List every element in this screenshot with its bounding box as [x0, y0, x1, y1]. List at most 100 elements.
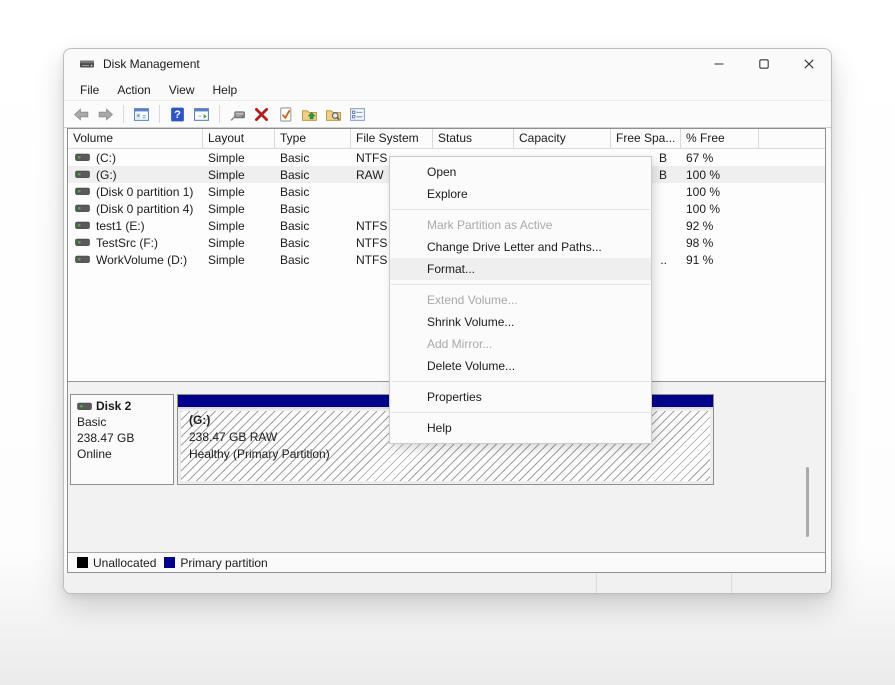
volume-table-header: Volume Layout Type File System Status Ca… [68, 129, 825, 149]
svg-text:?: ? [174, 109, 181, 121]
disk-icon [77, 402, 92, 411]
column-header[interactable]: File System [351, 129, 433, 148]
close-button[interactable] [786, 49, 831, 79]
maximize-button[interactable] [741, 49, 786, 79]
volume-icon [75, 221, 90, 230]
vertical-scrollbar-thumb[interactable] [806, 467, 809, 537]
menu-bar: File Action View Help [64, 79, 831, 101]
menu-view[interactable]: View [160, 81, 204, 99]
volume-layout: Simple [203, 168, 275, 182]
check-document-icon[interactable] [276, 105, 295, 124]
volume-name: TestSrc (F:) [96, 236, 158, 250]
volume-layout: Simple [203, 151, 275, 165]
forward-icon[interactable] [96, 105, 115, 124]
context-menu-item-label: Help [427, 421, 452, 435]
status-pane [64, 573, 596, 594]
column-header[interactable]: Capacity [514, 129, 611, 148]
status-pane [596, 573, 731, 594]
context-menu-item[interactable] [391, 381, 650, 382]
desktop: Disk Management File Action View Help [0, 0, 895, 685]
volume-icon [75, 187, 90, 196]
column-header[interactable]: Volume [68, 129, 203, 148]
toolbar-separator [219, 105, 220, 123]
context-menu-item[interactable]: Properties [390, 386, 651, 408]
volume-percent-free: 100 % [681, 185, 759, 199]
volume-type: Basic [275, 219, 351, 233]
context-menu-item[interactable]: Shrink Volume... [390, 311, 651, 333]
volume-layout: Simple [203, 236, 275, 250]
context-menu-item[interactable]: Explore [390, 183, 651, 205]
title-bar[interactable]: Disk Management [64, 49, 831, 79]
volume-type: Basic [275, 168, 351, 182]
column-header[interactable] [759, 129, 825, 148]
legend-swatch [164, 557, 175, 568]
minimize-button[interactable] [696, 49, 741, 79]
disk-2-label-box[interactable]: Disk 2 Basic 238.47 GB Online [70, 394, 174, 485]
context-menu-item-label: Explore [427, 187, 468, 201]
context-menu-item[interactable]: Help [390, 417, 651, 439]
status-bar [64, 573, 831, 594]
toolbar-separator [123, 105, 124, 123]
disk-status: Online [77, 446, 167, 462]
legend-label: Unallocated [93, 556, 156, 570]
context-menu-item[interactable] [391, 284, 650, 285]
maximize-icon [758, 58, 770, 70]
volume-percent-free: 91 % [681, 253, 759, 267]
column-header[interactable]: Type [275, 129, 351, 148]
volume-type: Basic [275, 185, 351, 199]
column-header[interactable]: Status [433, 129, 514, 148]
volume-icon [75, 238, 90, 247]
delete-volume-icon[interactable] [252, 105, 271, 124]
column-header[interactable]: % Free [681, 129, 759, 148]
toolbar: ? [64, 101, 831, 128]
details-pane-icon[interactable] [192, 105, 211, 124]
help-icon[interactable]: ? [168, 105, 187, 124]
menu-file[interactable]: File [71, 81, 108, 99]
close-icon [803, 58, 815, 70]
context-menu-item[interactable] [391, 209, 650, 210]
drive-tool-icon[interactable] [228, 105, 247, 124]
disk-name: Disk 2 [96, 398, 131, 414]
volume-name: WorkVolume (D:) [96, 253, 187, 267]
legend-item: Unallocated [77, 556, 156, 570]
context-menu-item[interactable] [391, 412, 650, 413]
context-menu-item[interactable]: Extend Volume... [390, 289, 651, 311]
explore-folder-icon[interactable] [324, 105, 343, 124]
volume-percent-free: 100 % [681, 168, 759, 182]
open-folder-icon[interactable] [300, 105, 319, 124]
volume-icon [75, 255, 90, 264]
menu-help[interactable]: Help [204, 81, 247, 99]
volume-type: Basic [275, 151, 351, 165]
context-menu-item-label: Add Mirror... [427, 337, 492, 351]
volume-name: (Disk 0 partition 1) [96, 185, 193, 199]
legend-label: Primary partition [180, 556, 267, 570]
volume-layout: Simple [203, 253, 275, 267]
context-menu-item[interactable]: Open [390, 161, 651, 183]
volume-name: (Disk 0 partition 4) [96, 202, 193, 216]
context-menu-item-label: Shrink Volume... [427, 315, 514, 329]
menu-action[interactable]: Action [108, 81, 159, 99]
context-menu-item-label: Properties [427, 390, 482, 404]
context-menu-item-label: Delete Volume... [427, 359, 515, 373]
column-header[interactable]: Layout [203, 129, 275, 148]
context-menu-item[interactable]: Mark Partition as Active [390, 214, 651, 236]
volume-type: Basic [275, 253, 351, 267]
console-tree-icon[interactable] [132, 105, 151, 124]
volume-percent-free: 92 % [681, 219, 759, 233]
volume-name: (G:) [96, 168, 117, 182]
context-menu-item-label: Open [427, 165, 456, 179]
properties-list-icon[interactable] [348, 105, 367, 124]
volume-context-menu: Open Explore Mark Partition as Active Ch… [389, 156, 652, 444]
window-title: Disk Management [103, 57, 200, 71]
context-menu-item[interactable]: Format... [390, 258, 651, 280]
context-menu-item[interactable]: Delete Volume... [390, 355, 651, 377]
back-icon[interactable] [72, 105, 91, 124]
context-menu-item[interactable]: Change Drive Letter and Paths... [390, 236, 651, 258]
legend-item: Primary partition [164, 556, 267, 570]
volume-icon [75, 204, 90, 213]
minimize-icon [713, 58, 725, 70]
context-menu-item[interactable]: Add Mirror... [390, 333, 651, 355]
context-menu-item-label: Change Drive Letter and Paths... [427, 240, 602, 254]
volume-percent-free: 98 % [681, 236, 759, 250]
column-header[interactable]: Free Spa... [611, 129, 681, 148]
